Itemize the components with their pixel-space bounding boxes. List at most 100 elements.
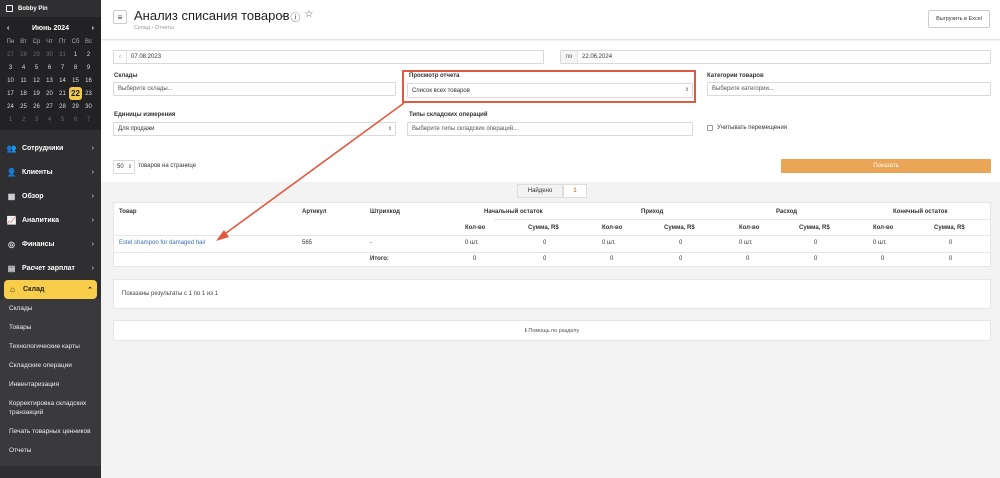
nav-finance[interactable]: ◎ Финансы ›: [0, 232, 101, 256]
calendar-day[interactable]: 17: [4, 87, 17, 100]
col-out-qty[interactable]: Кол-во: [739, 225, 759, 231]
calendar-day[interactable]: 16: [82, 74, 95, 87]
calendar-day[interactable]: 30: [82, 100, 95, 113]
col-sku[interactable]: Артикул: [302, 209, 327, 215]
submenu-item[interactable]: Отчеты: [0, 441, 101, 460]
submenu-item[interactable]: Инвентаризация: [0, 375, 101, 394]
calendar-day[interactable]: 14: [56, 74, 69, 87]
submenu-item[interactable]: Товары: [0, 318, 101, 337]
col-product[interactable]: Товар: [119, 209, 137, 215]
calendar-day[interactable]: 2: [17, 113, 30, 126]
calendar-day[interactable]: 2: [82, 48, 95, 61]
chevron-up-icon: ⌃: [87, 286, 93, 294]
info-icon[interactable]: ⓘ: [290, 9, 300, 24]
calendar-day[interactable]: 30: [43, 48, 56, 61]
select-arrows-icon: ⇕: [387, 126, 392, 132]
date-from-field[interactable]: ‹ 07.08.2023: [113, 50, 544, 64]
nav-overview[interactable]: ▦ Обзор ›: [0, 184, 101, 208]
nav-employees-label: Сотрудники: [22, 144, 64, 152]
calendar-day[interactable]: 20: [43, 87, 56, 100]
calendar-day-today[interactable]: 22: [69, 87, 82, 100]
calendar-day[interactable]: 1: [69, 48, 82, 61]
export-excel-button[interactable]: Выгрузить в Excel: [928, 10, 990, 28]
calendar-day[interactable]: 25: [17, 100, 30, 113]
chevron-down-icon[interactable]: ⌄: [278, 9, 286, 24]
brand[interactable]: Bobby Pin: [0, 0, 101, 17]
submenu-item[interactable]: Печать товарных ценников: [0, 422, 101, 441]
calendar-day[interactable]: 1: [4, 113, 17, 126]
nav-analytics[interactable]: 📈 Аналитика ›: [0, 208, 101, 232]
weekday-label: Сб: [71, 38, 80, 45]
calendar-day[interactable]: 13: [43, 74, 56, 87]
calendar-day[interactable]: 8: [69, 61, 82, 74]
total-end-qty: 0: [881, 256, 885, 262]
calendar-day[interactable]: 23: [82, 87, 95, 100]
submenu-item[interactable]: Складские операции: [0, 356, 101, 375]
submenu-item[interactable]: Технологические карты: [0, 337, 101, 356]
warehouses-select[interactable]: Выберите склады...: [113, 82, 396, 96]
calendar-prev-icon[interactable]: ‹: [7, 25, 9, 32]
date-to-field[interactable]: по 22.06.2024: [560, 50, 991, 64]
col-in-sum[interactable]: Сумма, R$: [664, 225, 695, 231]
calendar-day[interactable]: 26: [30, 100, 43, 113]
calendar-day[interactable]: 11: [17, 74, 30, 87]
star-icon[interactable]: ☆: [304, 9, 313, 24]
menu-toggle-icon[interactable]: ≡: [113, 10, 127, 24]
calendar-day[interactable]: 12: [30, 74, 43, 87]
submenu-item[interactable]: Склады: [0, 299, 101, 318]
weekday-label: Ср: [32, 38, 41, 45]
calendar-day[interactable]: 29: [30, 48, 43, 61]
units-select[interactable]: Для продажи ⇕: [113, 122, 396, 136]
moves-checkbox-row[interactable]: Учитывать перемещения: [707, 125, 787, 131]
calendar-day[interactable]: 10: [4, 74, 17, 87]
calendar-day[interactable]: 19: [30, 87, 43, 100]
calendar-day[interactable]: 28: [17, 48, 30, 61]
row-barcode: -: [370, 240, 372, 246]
per-page-select[interactable]: 50 ⇕: [113, 160, 135, 174]
chevron-left-icon[interactable]: ‹: [114, 54, 126, 60]
calendar-day[interactable]: 21: [56, 87, 69, 100]
col-in-qty[interactable]: Кол-во: [602, 225, 622, 231]
help-link[interactable]: ℹ Помощь по разделу: [113, 320, 991, 341]
date-to-label: по: [561, 51, 577, 63]
calendar-day[interactable]: 4: [17, 61, 30, 74]
nav-clients[interactable]: 👤 Клиенты ›: [0, 160, 101, 184]
calendar-day[interactable]: 24: [4, 100, 17, 113]
breadcrumb[interactable]: Склад › Отчеты: [134, 25, 174, 31]
calendar-day[interactable]: 7: [82, 113, 95, 126]
col-end-sum[interactable]: Сумма, R$: [934, 225, 965, 231]
calendar-next-icon[interactable]: ›: [92, 25, 94, 32]
calendar-day[interactable]: 5: [56, 113, 69, 126]
warehouse-icon: ⌂: [10, 285, 15, 294]
calendar-day[interactable]: 9: [82, 61, 95, 74]
calendar-day[interactable]: 28: [56, 100, 69, 113]
calendar-day[interactable]: 4: [43, 113, 56, 126]
calendar-day[interactable]: 18: [17, 87, 30, 100]
calendar-day[interactable]: 15: [69, 74, 82, 87]
calendar-day[interactable]: 29: [69, 100, 82, 113]
show-button[interactable]: Показать: [781, 159, 991, 173]
calendar-day[interactable]: 7: [56, 61, 69, 74]
col-start-qty[interactable]: Кол-во: [465, 225, 485, 231]
nav-employees[interactable]: 👥 Сотрудники ›: [0, 136, 101, 160]
highlight-box: [402, 70, 696, 103]
col-out-sum[interactable]: Сумма, R$: [799, 225, 830, 231]
calendar-day[interactable]: 5: [30, 61, 43, 74]
product-link[interactable]: Estel shampoo for damaged hair: [119, 240, 206, 246]
col-barcode[interactable]: Штрихкод: [370, 209, 400, 215]
nav-warehouse[interactable]: ⌂ Склад ⌃: [4, 280, 97, 299]
submenu-item[interactable]: Корректировка складских транзакций: [0, 394, 101, 422]
calendar-day[interactable]: 6: [43, 61, 56, 74]
calendar-day[interactable]: 3: [30, 113, 43, 126]
categories-select[interactable]: Выберите категории...: [707, 82, 991, 96]
calendar-day[interactable]: 6: [69, 113, 82, 126]
nav-salary[interactable]: ▤ Расчет зарплат ›: [0, 256, 101, 280]
operation-types-select[interactable]: Выберите типы складских операций...: [407, 122, 693, 136]
col-start-sum[interactable]: Сумма, R$: [528, 225, 559, 231]
calendar-day[interactable]: 31: [56, 48, 69, 61]
moves-checkbox[interactable]: [707, 125, 713, 131]
col-end-qty[interactable]: Кол-во: [873, 225, 893, 231]
calendar-day[interactable]: 27: [43, 100, 56, 113]
calendar-day[interactable]: 27: [4, 48, 17, 61]
calendar-day[interactable]: 3: [4, 61, 17, 74]
